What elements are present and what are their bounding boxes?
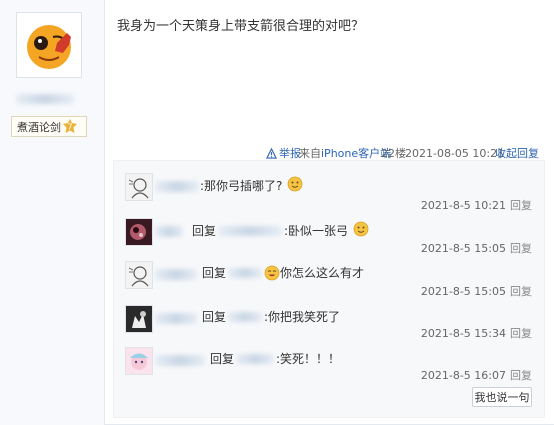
reply-target-blurred[interactable] xyxy=(236,353,275,364)
floor-number: 22楼 xyxy=(381,147,406,160)
reply-username-blurred[interactable] xyxy=(155,269,197,280)
post-date: 2021-08-05 10:21 xyxy=(405,146,505,160)
reply-prefix: 回复 xyxy=(202,310,227,324)
reply-time: 2021-8-5 15:05 xyxy=(420,242,506,255)
reply-avatar[interactable] xyxy=(125,305,153,333)
reply-action-link[interactable]: 回复 xyxy=(510,242,532,255)
reply-username-blurred[interactable] xyxy=(155,226,183,237)
author-rank-badge[interactable]: 煮酒论剑 7 xyxy=(11,116,87,137)
source-prefix: 来自 xyxy=(299,147,321,160)
reply-action-link[interactable]: 回复 xyxy=(510,369,532,382)
report-label[interactable]: 举报 xyxy=(279,145,301,161)
reply-content: 回复 :你把我笑死了 xyxy=(202,308,340,325)
post-content: 我身为一个天策身上带支箭很合理的对吧？ xyxy=(117,19,365,34)
reply-time: 2021-8-5 16:07 xyxy=(420,369,506,382)
author-sidebar: 煮酒论剑 7 xyxy=(0,0,105,425)
reply-text: 你怎么这么有才 xyxy=(280,266,365,280)
smile-emoji-icon xyxy=(288,176,303,191)
rank-level-icon: 7 xyxy=(63,119,77,133)
reply-target-blurred[interactable] xyxy=(228,311,263,322)
say-something-button[interactable]: 我也说一句 xyxy=(472,387,532,407)
reply-avatar[interactable] xyxy=(125,218,153,246)
author-avatar[interactable] xyxy=(16,12,82,78)
mono-avatar-icon xyxy=(126,306,152,332)
reply-target-blurred[interactable] xyxy=(228,267,263,278)
reply-avatar[interactable] xyxy=(125,261,153,289)
reply-action-link[interactable]: 回复 xyxy=(510,327,532,340)
reply-username-blurred[interactable] xyxy=(155,181,199,192)
avatar-face-icon xyxy=(27,25,71,69)
reply-username-blurred[interactable] xyxy=(155,313,197,324)
reply-prefix: 回复 xyxy=(210,352,235,366)
reply-time: 2021-8-5 10:21 xyxy=(420,199,506,212)
reply-content: 回复 :笑死！！！ xyxy=(210,350,340,367)
reply-text: :那你弓插哪了? xyxy=(200,179,283,193)
anime-avatar-icon xyxy=(126,348,152,374)
reply-target-blurred[interactable] xyxy=(218,225,283,236)
reply-text: :笑死！！！ xyxy=(276,352,341,366)
fold-replies-link[interactable]: 收起回复 xyxy=(495,146,539,160)
grin-emoji-icon xyxy=(264,265,280,280)
sketch-avatar-icon xyxy=(126,174,152,200)
reply-meta: 2021-8-5 15:34 回复 xyxy=(421,325,532,341)
report-link[interactable]: 举报 xyxy=(266,146,301,160)
post-source: 来自 iPhone客户端 xyxy=(299,146,391,160)
reply-content: 回复 你怎么这么有才 xyxy=(202,264,364,281)
dark-avatar-icon xyxy=(126,219,152,245)
reply-action-link[interactable]: 回复 xyxy=(510,285,532,298)
author-name-blurred[interactable] xyxy=(16,94,74,104)
reply-meta: 2021-8-5 16:07 回复 xyxy=(421,367,532,383)
reply-username-blurred[interactable] xyxy=(155,355,205,366)
reply-meta: 2021-8-5 15:05 回复 xyxy=(421,283,532,299)
reply-time: 2021-8-5 15:34 xyxy=(420,327,506,340)
sketch-avatar-icon xyxy=(126,262,152,288)
reply-text: :卧似一张弓 xyxy=(284,224,349,238)
reply-text: :你把我笑死了 xyxy=(264,310,341,324)
reply-prefix: 回复 xyxy=(192,224,217,238)
reply-content: :那你弓插哪了? xyxy=(200,176,303,194)
rank-label: 煮酒论剑 xyxy=(17,120,61,134)
reply-meta: 2021-8-5 15:05 回复 xyxy=(421,240,532,256)
warning-icon xyxy=(266,147,277,159)
reply-avatar[interactable] xyxy=(125,173,153,201)
reply-meta: 2021-8-5 10:21 回复 xyxy=(421,197,532,213)
smile-emoji-icon xyxy=(353,221,369,236)
rank-level-number: 7 xyxy=(67,123,72,132)
reply-list: :那你弓插哪了? 2021-8-5 10:21 回复 回复 :卧似一张弓 202… xyxy=(113,160,545,418)
reply-time: 2021-8-5 15:05 xyxy=(420,285,506,298)
reply-prefix: 回复 xyxy=(202,266,227,280)
reply-content: 回复 :卧似一张弓 xyxy=(192,221,369,239)
reply-avatar[interactable] xyxy=(125,347,153,375)
reply-action-link[interactable]: 回复 xyxy=(510,199,532,212)
